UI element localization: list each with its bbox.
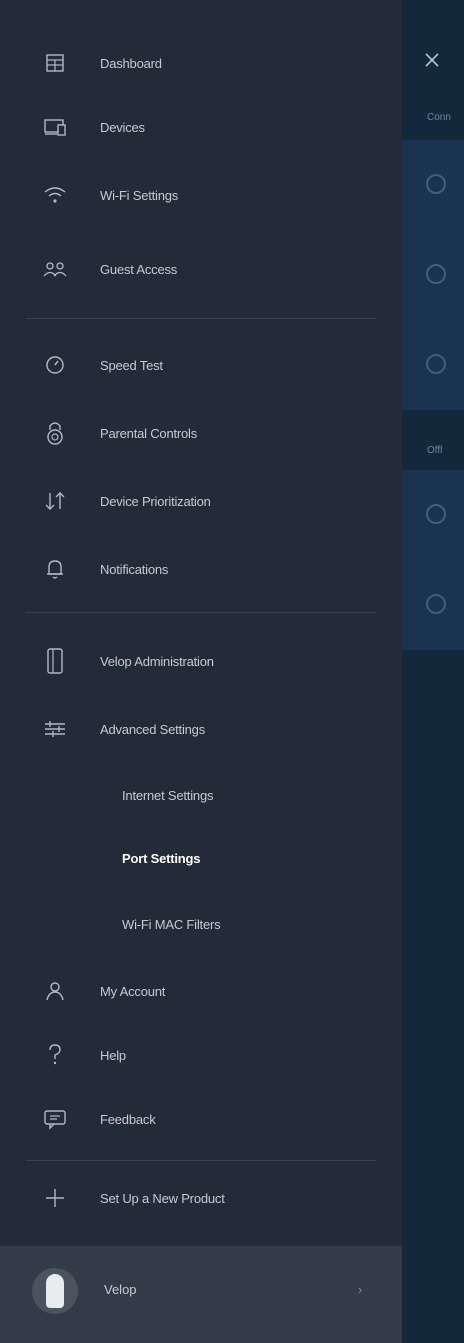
wifi-icon (40, 180, 70, 210)
nav-item-label: Dashboard (100, 55, 162, 71)
nav-item-speed-test[interactable]: Speed Test (0, 340, 402, 390)
network-footer[interactable]: Velop › (0, 1246, 402, 1343)
subnav-item-label: Port Settings (122, 850, 201, 866)
nav-item-label: Guest Access (100, 261, 178, 277)
device-row[interactable] (402, 470, 464, 561)
subnav-item-port-settings[interactable]: Port Settings (0, 833, 402, 883)
device-status-icon (426, 594, 446, 614)
chevron-right-icon: › (358, 1282, 363, 1297)
offline-section-heading: Offl (427, 445, 443, 456)
device-status-icon (426, 264, 446, 284)
nav-item-parental-controls[interactable]: Parental Controls (0, 408, 402, 458)
network-name: Velop (104, 1282, 137, 1297)
nav-item-label: Help (100, 1047, 126, 1063)
nav-item-device-prioritization[interactable]: Device Prioritization (0, 476, 402, 526)
nav-item-help[interactable]: Help (0, 1030, 402, 1080)
nav-item-set-up-new-product[interactable]: Set Up a New Product (0, 1173, 402, 1223)
nav-item-label: Set Up a New Product (100, 1190, 225, 1206)
nav-item-label: Parental Controls (100, 425, 198, 441)
nav-item-devices[interactable]: Devices (0, 102, 402, 152)
devices-icon (40, 112, 70, 142)
sliders-icon (40, 714, 70, 744)
device-status-icon (426, 504, 446, 524)
velop-node-avatar (32, 1268, 78, 1314)
device-status-icon (426, 174, 446, 194)
connected-section-heading: Conn (427, 112, 451, 123)
nav-item-label: Notifications (100, 561, 169, 577)
question-icon (40, 1040, 70, 1070)
guest-access-icon (40, 254, 70, 284)
nav-item-dashboard[interactable]: Dashboard (0, 38, 402, 88)
close-button[interactable] (420, 46, 448, 74)
speedometer-icon (40, 350, 70, 380)
nav-item-my-account[interactable]: My Account (0, 966, 402, 1016)
close-icon (425, 53, 439, 67)
device-row[interactable] (402, 320, 464, 411)
nav-item-wifi-settings[interactable]: Wi-Fi Settings (0, 170, 402, 220)
velop-node-icon (46, 1274, 64, 1308)
nav-item-label: Device Prioritization (100, 493, 211, 509)
feedback-icon (40, 1104, 70, 1134)
nav-item-guest-access[interactable]: Guest Access (0, 244, 402, 294)
node-icon (40, 646, 70, 676)
nav-item-label: Devices (100, 119, 145, 135)
subnav-item-wifi-mac-filters[interactable]: Wi-Fi MAC Filters (0, 899, 402, 949)
user-icon (40, 976, 70, 1006)
nav-item-label: Advanced Settings (100, 721, 206, 737)
divider (26, 318, 376, 319)
nav-item-label: Speed Test (100, 357, 163, 373)
divider (26, 612, 376, 613)
dashboard-icon (40, 48, 70, 78)
device-status-icon (426, 354, 446, 374)
divider (26, 1160, 376, 1161)
lock-icon (40, 418, 70, 448)
bell-icon (40, 554, 70, 584)
device-row[interactable] (402, 560, 464, 651)
up-down-arrows-icon (40, 486, 70, 516)
subnav-item-label: Wi-Fi MAC Filters (122, 916, 221, 932)
device-row[interactable] (402, 230, 464, 321)
nav-item-label: Velop Administration (100, 653, 214, 669)
nav-item-velop-administration[interactable]: Velop Administration (0, 636, 402, 686)
device-row[interactable] (402, 140, 464, 231)
subnav-item-internet-settings[interactable]: Internet Settings (0, 770, 402, 820)
nav-item-feedback[interactable]: Feedback (0, 1094, 402, 1144)
navigation-drawer: Dashboard Devices Wi-Fi Settings Guest A… (0, 0, 402, 1343)
nav-item-label: Wi-Fi Settings (100, 187, 179, 203)
subnav-item-label: Internet Settings (122, 787, 214, 803)
nav-item-advanced-settings[interactable]: Advanced Settings (0, 704, 402, 754)
plus-icon (40, 1183, 70, 1213)
nav-item-label: Feedback (100, 1111, 156, 1127)
nav-item-notifications[interactable]: Notifications (0, 544, 402, 594)
nav-item-label: My Account (100, 983, 166, 999)
